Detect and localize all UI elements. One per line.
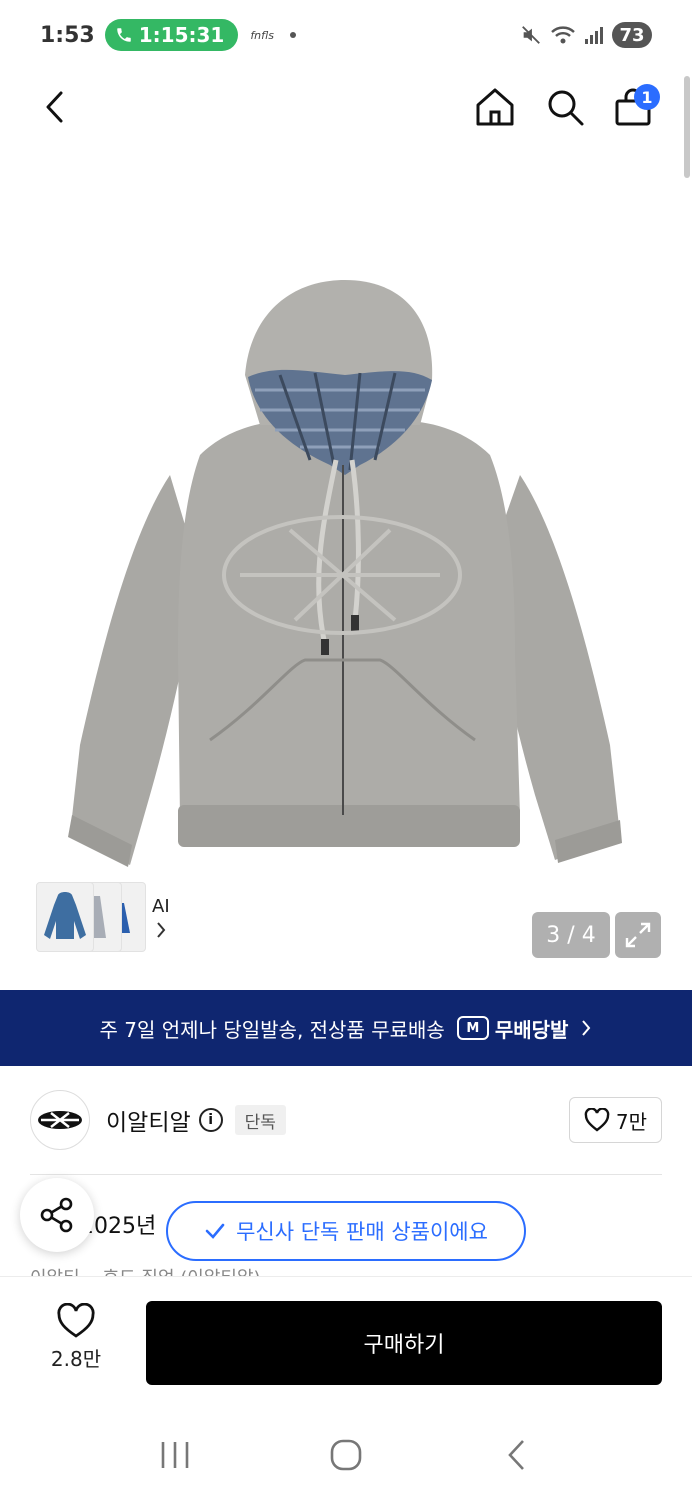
info-icon[interactable]: i xyxy=(198,1108,223,1132)
hoodie-blue-thumbnail xyxy=(44,892,86,939)
check-icon xyxy=(205,1223,225,1239)
expand-icon xyxy=(625,922,651,948)
signal-icon xyxy=(585,27,603,44)
brand-logo-mark xyxy=(38,1111,82,1129)
top-app-bar: 1 xyxy=(0,70,692,150)
brand-row: 이알티알 i 단독 7만 xyxy=(30,1088,662,1152)
app-notification-label: fnfls xyxy=(250,28,274,42)
delivery-truck-icon: M xyxy=(456,1016,489,1040)
search-button[interactable] xyxy=(540,82,590,132)
free-shipping-logo-text: 무배당발 xyxy=(494,1017,569,1042)
free-shipping-logo: M 무배당발 xyxy=(456,1014,569,1043)
wishlist-button[interactable]: 2.8만 xyxy=(36,1303,116,1372)
chevron-right-icon xyxy=(157,921,166,938)
exclusive-toast: 무신사 단독 판매 상품이에요 xyxy=(166,1201,526,1261)
home-circle-icon xyxy=(330,1439,362,1471)
home-icon xyxy=(476,88,514,126)
home-nav-button[interactable] xyxy=(316,1425,376,1485)
ai-recommendation-thumbnails[interactable]: AI xyxy=(30,876,192,958)
toast-text: 무신사 단독 판매 상품이에요 xyxy=(236,1220,488,1244)
status-bar: 1:53 1:15:31 fnfls 73 xyxy=(0,0,692,70)
product-image-hoodie[interactable] xyxy=(60,275,630,875)
chevron-left-icon xyxy=(46,91,63,123)
purchase-bar: 2.8만 구매하기 xyxy=(0,1276,692,1400)
heart-icon xyxy=(57,1303,95,1338)
fullscreen-button[interactable] xyxy=(615,912,661,958)
divider xyxy=(30,1174,662,1175)
brand-logo[interactable] xyxy=(30,1090,90,1150)
back-button[interactable] xyxy=(30,82,80,132)
call-duration: 1:15:31 xyxy=(138,23,225,47)
search-icon xyxy=(548,90,584,126)
back-icon xyxy=(507,1440,524,1470)
cart-count-badge: 1 xyxy=(634,84,660,110)
system-navigation-bar xyxy=(0,1410,692,1500)
notification-dot xyxy=(290,32,296,38)
recent-apps-button[interactable] xyxy=(145,1425,205,1485)
image-counter: 3 / 4 xyxy=(532,912,610,958)
shipping-banner-text: 주 7일 언제나 당일발송, 전상품 무료배송 xyxy=(99,1017,445,1042)
home-button[interactable] xyxy=(470,82,520,132)
share-button[interactable] xyxy=(20,1178,94,1252)
chevron-right-icon xyxy=(582,1020,591,1036)
heart-icon xyxy=(584,1108,610,1132)
recent-apps-icon xyxy=(162,1442,189,1468)
brand-name[interactable]: 이알티알 xyxy=(106,1103,191,1137)
battery-indicator: 73 xyxy=(612,22,652,48)
thumbnail-1 xyxy=(36,882,94,952)
buy-button[interactable]: 구매하기 xyxy=(146,1301,662,1385)
wishlist-count: 2.8만 xyxy=(50,1347,102,1371)
thumbnail-stack xyxy=(36,882,146,952)
status-time: 1:53 xyxy=(40,22,95,48)
mute-icon xyxy=(522,26,540,44)
cart-button[interactable]: 1 xyxy=(608,82,660,132)
wifi-icon xyxy=(551,26,575,44)
exclusive-tag: 단독 xyxy=(234,1105,286,1135)
brand-like-button[interactable]: 7만 xyxy=(568,1097,662,1143)
ongoing-call-pill[interactable]: 1:15:31 xyxy=(104,19,239,51)
share-icon xyxy=(40,1197,73,1233)
shipping-banner[interactable]: 주 7일 언제나 당일발송, 전상품 무료배송 M 무배당발 xyxy=(0,990,692,1066)
phone-icon xyxy=(116,28,131,42)
back-nav-button[interactable] xyxy=(487,1425,547,1485)
ai-label: AI xyxy=(152,895,170,917)
brand-like-count: 7만 xyxy=(615,1109,647,1134)
